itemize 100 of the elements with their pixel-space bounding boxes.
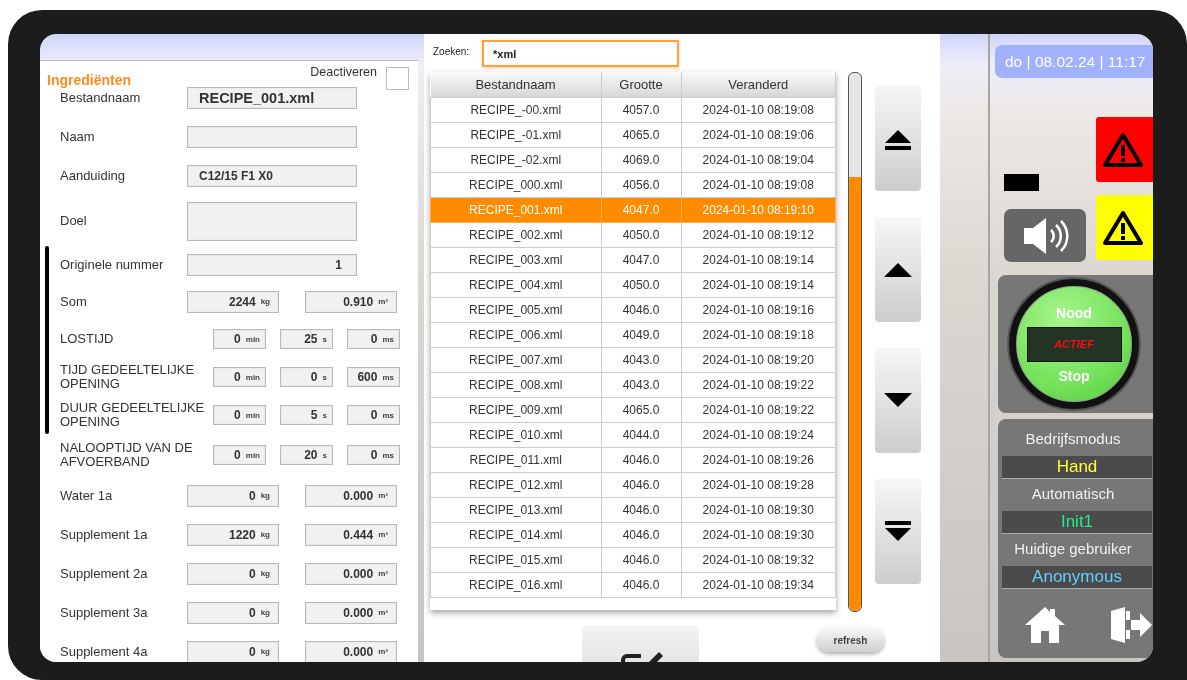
input-field[interactable]: 5 s [280, 405, 333, 425]
table-cell: RECIPE_008.xml [430, 372, 601, 398]
table-cell: RECIPE_010.xml [430, 422, 601, 448]
input-field[interactable]: 1 [187, 253, 357, 276]
input-field[interactable]: C12/15 F1 X0 [187, 164, 357, 187]
input-field[interactable]: 0 min [213, 329, 266, 349]
home-button[interactable] [1023, 605, 1067, 645]
table-cell: 2024-01-10 08:19:16 [681, 297, 836, 323]
input-field[interactable]: RECIPE_001.xml [187, 86, 357, 109]
field-label: Aanduiding [60, 168, 127, 183]
logout-button[interactable] [1109, 605, 1153, 645]
deactivate-checkbox[interactable] [386, 67, 409, 90]
table-cell: 4069.0 [601, 147, 681, 173]
input-field[interactable]: 0 kg [187, 562, 279, 585]
input-field[interactable] [187, 201, 357, 241]
table-cell: 2024-01-10 08:19:26 [681, 447, 836, 473]
column-header[interactable]: Grootte [601, 72, 681, 98]
table-cell: 2024-01-10 08:19:20 [681, 347, 836, 373]
table-cell: 2024-01-10 08:19:28 [681, 472, 836, 498]
column-header[interactable]: Bestandnaam [430, 72, 601, 98]
table-cell: RECIPE_005.xml [430, 297, 601, 323]
table-cell: 4057.0 [601, 97, 681, 123]
input-field[interactable]: 0 ms [347, 405, 400, 425]
column-header[interactable]: Veranderd [681, 72, 836, 98]
input-field[interactable]: 1220 kg [187, 523, 279, 546]
table-row[interactable]: RECIPE_014.xml 4046.0 2024-01-10 08:19:30 [430, 522, 836, 548]
table-cell: RECIPE_014.xml [430, 522, 601, 548]
table-row[interactable]: RECIPE_-00.xml 4057.0 2024-01-10 08:19:08 [430, 97, 836, 123]
table-cell: RECIPE_016.xml [430, 572, 601, 598]
input-field[interactable]: 0 min [213, 445, 266, 465]
input-field[interactable]: 600 ms [347, 367, 400, 387]
table-row[interactable]: RECIPE_012.xml 4046.0 2024-01-10 08:19:28 [430, 472, 836, 498]
input-field[interactable]: 0.444 m³ [305, 523, 397, 546]
input-field[interactable]: 0 ms [347, 329, 400, 349]
input-field[interactable]: 20 s [280, 445, 333, 465]
input-field[interactable]: 0 kg [187, 601, 279, 624]
input-field[interactable]: 0 min [213, 367, 266, 387]
scrollbar[interactable] [848, 72, 862, 612]
input-field[interactable] [187, 125, 357, 148]
table-cell: 4046.0 [601, 447, 681, 473]
scroll-thumb[interactable] [849, 177, 861, 611]
table-row[interactable]: RECIPE_015.xml 4046.0 2024-01-10 08:19:32 [430, 547, 836, 573]
scroll-button[interactable] [875, 348, 921, 453]
field-label: Originele nummer [60, 257, 165, 272]
alarm-button[interactable] [1096, 117, 1153, 182]
input-field[interactable]: 0 s [280, 367, 333, 387]
input-field[interactable]: 0.000 m³ [305, 640, 397, 662]
table-cell: RECIPE_006.xml [430, 322, 601, 348]
table-cell: RECIPE_015.xml [430, 547, 601, 573]
table-cell: 4046.0 [601, 497, 681, 523]
field-label: DUUR GEDEELTELIJKE OPENING [60, 401, 206, 429]
input-field[interactable]: 0 kg [187, 484, 279, 507]
section-title: Ingrediënten [47, 72, 131, 88]
table-cell: 4050.0 [601, 272, 681, 298]
input-field[interactable]: 0 ms [347, 445, 400, 465]
exit-door-icon [1109, 605, 1153, 645]
table-cell: 4046.0 [601, 547, 681, 573]
table-row[interactable]: RECIPE_007.xml 4043.0 2024-01-10 08:19:20 [430, 347, 836, 373]
scroll-button[interactable] [875, 86, 921, 191]
table-row[interactable]: RECIPE_006.xml 4049.0 2024-01-10 08:19:18 [430, 322, 836, 348]
input-field[interactable]: 0.000 m³ [305, 601, 397, 624]
scroll-button[interactable] [875, 217, 921, 322]
search-field[interactable]: *xml [482, 40, 679, 67]
table-row[interactable]: RECIPE_-02.xml 4069.0 2024-01-10 08:19:04 [430, 147, 836, 173]
table-cell: RECIPE_013.xml [430, 497, 601, 523]
table-row[interactable]: RECIPE_013.xml 4046.0 2024-01-10 08:19:30 [430, 497, 836, 523]
table-row[interactable]: RECIPE_016.xml 4046.0 2024-01-10 08:19:34 [430, 572, 836, 598]
warning-button[interactable] [1096, 195, 1153, 260]
speaker-button[interactable] [1004, 209, 1086, 262]
table-row[interactable]: RECIPE_009.xml 4065.0 2024-01-10 08:19:22 [430, 397, 836, 423]
table-cell: 2024-01-10 08:19:08 [681, 97, 836, 123]
table-cell: 4046.0 [601, 297, 681, 323]
table-row[interactable]: RECIPE_-01.xml 4065.0 2024-01-10 08:19:06 [430, 122, 836, 148]
input-field[interactable]: 0.000 m³ [305, 562, 397, 585]
table-cell: 2024-01-10 08:19:08 [681, 172, 836, 198]
table-cell: RECIPE_000.xml [430, 172, 601, 198]
input-field[interactable]: 0 min [213, 405, 266, 425]
input-field[interactable]: 0.910 m³ [305, 290, 397, 313]
table-row[interactable]: RECIPE_003.xml 4047.0 2024-01-10 08:19:14 [430, 247, 836, 273]
table-row[interactable]: RECIPE_010.xml 4044.0 2024-01-10 08:19:24 [430, 422, 836, 448]
table-cell: RECIPE_007.xml [430, 347, 601, 373]
table-row[interactable]: RECIPE_004.xml 4050.0 2024-01-10 08:19:14 [430, 272, 836, 298]
table-cell: 2024-01-10 08:19:22 [681, 372, 836, 398]
up-triangle-icon [883, 261, 913, 278]
table-cell: 4046.0 [601, 522, 681, 548]
table-row[interactable]: RECIPE_011.xml 4046.0 2024-01-10 08:19:26 [430, 447, 836, 473]
table-cell: 4047.0 [601, 197, 681, 223]
indicator-block [1004, 174, 1039, 191]
input-field[interactable]: 25 s [280, 329, 333, 349]
refresh-button[interactable]: refresh [817, 628, 884, 652]
table-row[interactable]: RECIPE_000.xml 4056.0 2024-01-10 08:19:08 [430, 172, 836, 198]
input-field[interactable]: 2244 kg [187, 290, 279, 313]
table-row[interactable]: RECIPE_005.xml 4046.0 2024-01-10 08:19:16 [430, 297, 836, 323]
table-row[interactable]: RECIPE_008.xml 4043.0 2024-01-10 08:19:22 [430, 372, 836, 398]
scroll-button[interactable] [875, 479, 921, 584]
table-row[interactable]: RECIPE_002.xml 4050.0 2024-01-10 08:19:12 [430, 222, 836, 248]
input-field[interactable]: 0 kg [187, 640, 279, 662]
mode-value: Anonymous [1032, 567, 1122, 586]
input-field[interactable]: 0.000 m³ [305, 484, 397, 507]
table-cell: RECIPE_012.xml [430, 472, 601, 498]
